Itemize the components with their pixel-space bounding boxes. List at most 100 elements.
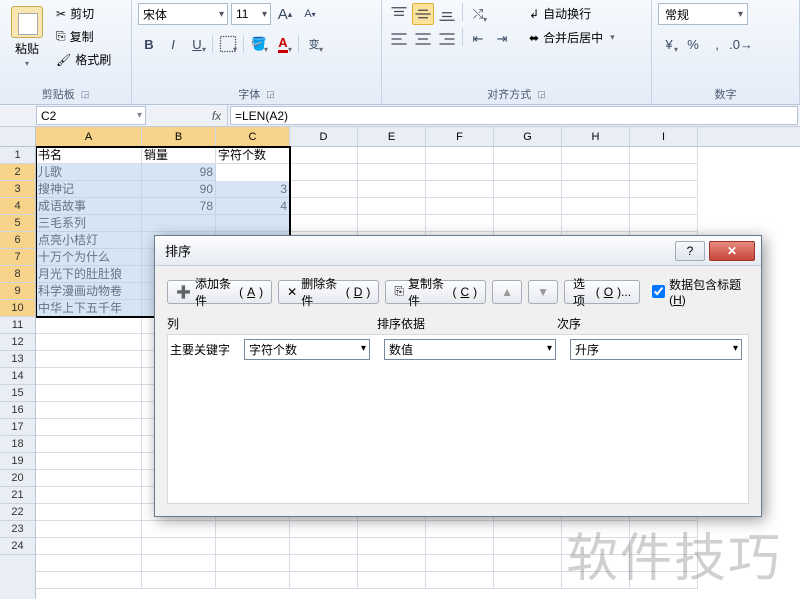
row-header-12[interactable]: 12 xyxy=(0,334,35,351)
cell[interactable] xyxy=(562,215,630,232)
cell[interactable] xyxy=(630,198,698,215)
align-bottom-button[interactable] xyxy=(436,3,458,25)
select-all-corner[interactable] xyxy=(0,127,35,147)
align-launcher-icon[interactable]: ◲ xyxy=(537,89,546,100)
cell[interactable]: 成语故事 xyxy=(36,198,142,215)
cell[interactable]: 78 xyxy=(142,198,216,215)
cell[interactable] xyxy=(494,521,562,538)
cell[interactable] xyxy=(562,181,630,198)
increase-decimal-button[interactable]: .0→ xyxy=(730,33,752,55)
cut-button[interactable]: ✂剪切 xyxy=(52,3,115,24)
row-header-23[interactable]: 23 xyxy=(0,521,35,538)
cell[interactable] xyxy=(36,419,142,436)
cell[interactable] xyxy=(494,572,562,589)
cell[interactable] xyxy=(36,436,142,453)
cell[interactable] xyxy=(494,181,562,198)
row-header-18[interactable]: 18 xyxy=(0,436,35,453)
cell[interactable] xyxy=(562,147,630,164)
cell[interactable] xyxy=(36,504,142,521)
phonetic-button[interactable]: 变 xyxy=(303,33,325,55)
cell[interactable]: 销量 xyxy=(142,147,216,164)
row-header-1[interactable]: 1 xyxy=(0,147,35,164)
sort-key-select[interactable]: 字符个数 xyxy=(244,339,370,360)
row-header-6[interactable]: 6 xyxy=(0,232,35,249)
cell[interactable]: 2 xyxy=(216,164,290,181)
cell[interactable] xyxy=(358,215,426,232)
cell[interactable] xyxy=(358,538,426,555)
cell[interactable] xyxy=(290,215,358,232)
paste-button[interactable]: 粘贴 ▾ xyxy=(6,3,48,71)
cell[interactable] xyxy=(426,147,494,164)
row-header-15[interactable]: 15 xyxy=(0,385,35,402)
cell[interactable] xyxy=(290,538,358,555)
cell[interactable] xyxy=(630,572,698,589)
cell[interactable] xyxy=(36,555,142,572)
move-up-button[interactable]: ▲ xyxy=(492,280,522,304)
cell[interactable] xyxy=(290,164,358,181)
col-header-G[interactable]: G xyxy=(494,127,562,146)
font-name-select[interactable]: 宋体 xyxy=(138,3,228,25)
cell[interactable] xyxy=(358,198,426,215)
cell[interactable] xyxy=(494,215,562,232)
cell[interactable] xyxy=(630,538,698,555)
align-right-button[interactable] xyxy=(436,28,458,50)
cell[interactable] xyxy=(426,164,494,181)
cell[interactable] xyxy=(562,555,630,572)
cell[interactable] xyxy=(216,555,290,572)
cell[interactable]: 儿歌 xyxy=(36,164,142,181)
font-launcher-icon[interactable]: ◲ xyxy=(266,89,275,100)
row-header-8[interactable]: 8 xyxy=(0,266,35,283)
col-header-F[interactable]: F xyxy=(426,127,494,146)
cell[interactable] xyxy=(36,402,142,419)
cell[interactable] xyxy=(290,555,358,572)
cell[interactable] xyxy=(216,538,290,555)
row-header-11[interactable]: 11 xyxy=(0,317,35,334)
cell[interactable] xyxy=(36,538,142,555)
row-header-19[interactable]: 19 xyxy=(0,453,35,470)
cell[interactable] xyxy=(36,351,142,368)
align-left-button[interactable] xyxy=(388,28,410,50)
formula-input[interactable]: =LEN(A2) xyxy=(230,106,798,125)
cell[interactable] xyxy=(426,198,494,215)
cell[interactable]: 科学漫画动物卷 xyxy=(36,283,142,300)
cell[interactable] xyxy=(562,538,630,555)
cell[interactable] xyxy=(358,521,426,538)
col-header-E[interactable]: E xyxy=(358,127,426,146)
cell[interactable] xyxy=(562,198,630,215)
col-header-B[interactable]: B xyxy=(142,127,216,146)
cell[interactable] xyxy=(358,181,426,198)
cell[interactable] xyxy=(426,181,494,198)
comma-button[interactable]: , xyxy=(706,33,728,55)
help-button[interactable]: ? xyxy=(675,241,705,261)
row-header-17[interactable]: 17 xyxy=(0,419,35,436)
cell[interactable] xyxy=(36,521,142,538)
cell[interactable] xyxy=(426,538,494,555)
cell[interactable] xyxy=(630,181,698,198)
orientation-button[interactable]: ⤭ xyxy=(467,3,489,25)
wrap-text-button[interactable]: ↲自动换行 xyxy=(525,3,619,24)
format-painter-button[interactable]: 🖌格式刷 xyxy=(52,49,115,70)
cell[interactable] xyxy=(630,164,698,181)
cell[interactable] xyxy=(494,555,562,572)
row-header-9[interactable]: 9 xyxy=(0,283,35,300)
cell[interactable] xyxy=(36,368,142,385)
cell[interactable] xyxy=(36,572,142,589)
cell[interactable]: 90 xyxy=(142,181,216,198)
options-button[interactable]: 选项(O)... xyxy=(564,280,640,304)
cell[interactable] xyxy=(630,521,698,538)
col-header-C[interactable]: C xyxy=(216,127,290,146)
cell[interactable] xyxy=(142,555,216,572)
copy-level-button[interactable]: ⎘复制条件(C) xyxy=(385,280,486,304)
cell[interactable] xyxy=(562,521,630,538)
cell[interactable] xyxy=(358,555,426,572)
cell[interactable] xyxy=(358,164,426,181)
delete-level-button[interactable]: ✕删除条件(D) xyxy=(278,280,379,304)
row-header-13[interactable]: 13 xyxy=(0,351,35,368)
col-header-A[interactable]: A xyxy=(36,127,142,146)
border-button[interactable] xyxy=(217,33,239,55)
cell[interactable] xyxy=(290,181,358,198)
italic-button[interactable]: I xyxy=(162,33,184,55)
cell[interactable] xyxy=(290,521,358,538)
cell[interactable] xyxy=(426,555,494,572)
row-header-4[interactable]: 4 xyxy=(0,198,35,215)
